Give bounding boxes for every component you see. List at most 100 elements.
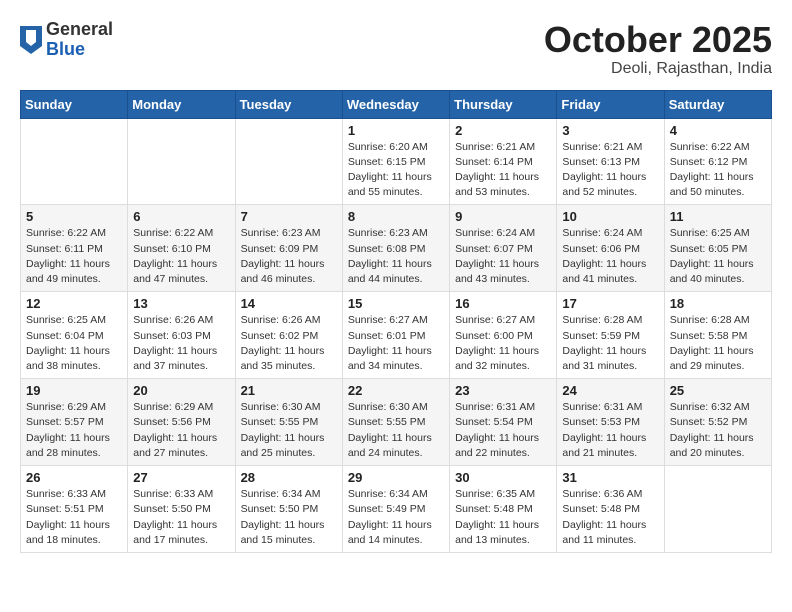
day-number: 6 bbox=[133, 209, 229, 224]
logo-general: General bbox=[46, 20, 113, 40]
day-info: Sunrise: 6:25 AM Sunset: 6:04 PM Dayligh… bbox=[26, 313, 122, 374]
day-number: 21 bbox=[241, 383, 337, 398]
calendar-week-row: 5Sunrise: 6:22 AM Sunset: 6:11 PM Daylig… bbox=[21, 205, 772, 292]
calendar-cell: 19 Sunrise: 6:29 AM Sunset: 5:57 PM Dayli… bbox=[21, 379, 128, 466]
day-number: 18 bbox=[670, 296, 766, 311]
calendar-cell bbox=[235, 118, 342, 205]
day-info: Sunrise: 6:26 AM Sunset: 6:03 PM Dayligh… bbox=[133, 313, 229, 374]
calendar-cell: 8 Sunrise: 6:23 AM Sunset: 6:08 PM Daylig… bbox=[342, 205, 449, 292]
day-info: Sunrise: 6:34 AM Sunset: 5:50 PM Dayligh… bbox=[241, 487, 337, 548]
logo-icon bbox=[20, 26, 42, 54]
calendar-cell: 16Sunrise: 6:27 AM Sunset: 6:00 PM Dayli… bbox=[450, 292, 557, 379]
calendar-cell: 3 Sunrise: 6:21 AM Sunset: 6:13 PM Daylig… bbox=[557, 118, 664, 205]
header: General Blue October 2025 Deoli, Rajasth… bbox=[20, 20, 772, 78]
day-info: Sunrise: 6:24 AM Sunset: 6:06 PM Dayligh… bbox=[562, 226, 658, 287]
day-number: 16 bbox=[455, 296, 551, 311]
day-info: Sunrise: 6:21 AM Sunset: 6:14 PM Dayligh… bbox=[455, 140, 551, 201]
calendar-cell: 4Sunrise: 6:22 AM Sunset: 6:12 PM Daylig… bbox=[664, 118, 771, 205]
day-info: Sunrise: 6:29 AM Sunset: 5:56 PM Dayligh… bbox=[133, 400, 229, 461]
month-title: October 2025 bbox=[544, 20, 772, 60]
day-info: Sunrise: 6:23 AM Sunset: 6:09 PM Dayligh… bbox=[241, 226, 337, 287]
calendar-cell: 17 Sunrise: 6:28 AM Sunset: 5:59 PM Dayli… bbox=[557, 292, 664, 379]
calendar-cell: 23 Sunrise: 6:31 AM Sunset: 5:54 PM Dayli… bbox=[450, 379, 557, 466]
day-number: 15 bbox=[348, 296, 444, 311]
day-info: Sunrise: 6:27 AM Sunset: 6:01 PM Dayligh… bbox=[348, 313, 444, 374]
weekday-header-row: SundayMondayTuesdayWednesdayThursdayFrid… bbox=[21, 90, 772, 118]
day-number: 8 bbox=[348, 209, 444, 224]
day-number: 10 bbox=[562, 209, 658, 224]
calendar-cell: 21 Sunrise: 6:30 AM Sunset: 5:55 PM Dayli… bbox=[235, 379, 342, 466]
calendar-cell: 27 Sunrise: 6:33 AM Sunset: 5:50 PM Dayli… bbox=[128, 466, 235, 553]
calendar-cell bbox=[21, 118, 128, 205]
calendar-week-row: 12Sunrise: 6:25 AM Sunset: 6:04 PM Dayli… bbox=[21, 292, 772, 379]
day-info: Sunrise: 6:31 AM Sunset: 5:54 PM Dayligh… bbox=[455, 400, 551, 461]
day-info: Sunrise: 6:24 AM Sunset: 6:07 PM Dayligh… bbox=[455, 226, 551, 287]
calendar-cell: 29Sunrise: 6:34 AM Sunset: 5:49 PM Dayli… bbox=[342, 466, 449, 553]
calendar-cell: 5Sunrise: 6:22 AM Sunset: 6:11 PM Daylig… bbox=[21, 205, 128, 292]
calendar-cell: 12Sunrise: 6:25 AM Sunset: 6:04 PM Dayli… bbox=[21, 292, 128, 379]
day-number: 24 bbox=[562, 383, 658, 398]
weekday-header: Saturday bbox=[664, 90, 771, 118]
logo: General Blue bbox=[20, 20, 113, 60]
calendar-cell: 6 Sunrise: 6:22 AM Sunset: 6:10 PM Daylig… bbox=[128, 205, 235, 292]
day-info: Sunrise: 6:30 AM Sunset: 5:55 PM Dayligh… bbox=[241, 400, 337, 461]
day-info: Sunrise: 6:26 AM Sunset: 6:02 PM Dayligh… bbox=[241, 313, 337, 374]
day-info: Sunrise: 6:23 AM Sunset: 6:08 PM Dayligh… bbox=[348, 226, 444, 287]
day-number: 25 bbox=[670, 383, 766, 398]
calendar-cell: 15 Sunrise: 6:27 AM Sunset: 6:01 PM Dayli… bbox=[342, 292, 449, 379]
day-number: 27 bbox=[133, 470, 229, 485]
calendar-cell: 18 Sunrise: 6:28 AM Sunset: 5:58 PM Dayli… bbox=[664, 292, 771, 379]
day-number: 3 bbox=[562, 123, 658, 138]
day-number: 23 bbox=[455, 383, 551, 398]
day-info: Sunrise: 6:33 AM Sunset: 5:51 PM Dayligh… bbox=[26, 487, 122, 548]
weekday-header: Wednesday bbox=[342, 90, 449, 118]
day-info: Sunrise: 6:22 AM Sunset: 6:10 PM Dayligh… bbox=[133, 226, 229, 287]
day-info: Sunrise: 6:28 AM Sunset: 5:59 PM Dayligh… bbox=[562, 313, 658, 374]
calendar-cell: 24Sunrise: 6:31 AM Sunset: 5:53 PM Dayli… bbox=[557, 379, 664, 466]
calendar-cell: 9 Sunrise: 6:24 AM Sunset: 6:07 PM Daylig… bbox=[450, 205, 557, 292]
calendar-cell: 2Sunrise: 6:21 AM Sunset: 6:14 PM Daylig… bbox=[450, 118, 557, 205]
day-info: Sunrise: 6:28 AM Sunset: 5:58 PM Dayligh… bbox=[670, 313, 766, 374]
day-info: Sunrise: 6:21 AM Sunset: 6:13 PM Dayligh… bbox=[562, 140, 658, 201]
calendar-cell bbox=[128, 118, 235, 205]
day-info: Sunrise: 6:20 AM Sunset: 6:15 PM Dayligh… bbox=[348, 140, 444, 201]
weekday-header: Thursday bbox=[450, 90, 557, 118]
day-info: Sunrise: 6:32 AM Sunset: 5:52 PM Dayligh… bbox=[670, 400, 766, 461]
calendar-table: SundayMondayTuesdayWednesdayThursdayFrid… bbox=[20, 90, 772, 553]
calendar-cell: 30Sunrise: 6:35 AM Sunset: 5:48 PM Dayli… bbox=[450, 466, 557, 553]
day-number: 9 bbox=[455, 209, 551, 224]
calendar-cell: 10 Sunrise: 6:24 AM Sunset: 6:06 PM Dayli… bbox=[557, 205, 664, 292]
calendar-cell: 1 Sunrise: 6:20 AM Sunset: 6:15 PM Daylig… bbox=[342, 118, 449, 205]
day-info: Sunrise: 6:29 AM Sunset: 5:57 PM Dayligh… bbox=[26, 400, 122, 461]
calendar-cell: 20 Sunrise: 6:29 AM Sunset: 5:56 PM Dayli… bbox=[128, 379, 235, 466]
day-number: 11 bbox=[670, 209, 766, 224]
calendar-week-row: 19 Sunrise: 6:29 AM Sunset: 5:57 PM Dayli… bbox=[21, 379, 772, 466]
day-number: 20 bbox=[133, 383, 229, 398]
day-info: Sunrise: 6:35 AM Sunset: 5:48 PM Dayligh… bbox=[455, 487, 551, 548]
day-number: 7 bbox=[241, 209, 337, 224]
day-number: 26 bbox=[26, 470, 122, 485]
calendar-week-row: 1 Sunrise: 6:20 AM Sunset: 6:15 PM Daylig… bbox=[21, 118, 772, 205]
day-info: Sunrise: 6:25 AM Sunset: 6:05 PM Dayligh… bbox=[670, 226, 766, 287]
day-info: Sunrise: 6:22 AM Sunset: 6:11 PM Dayligh… bbox=[26, 226, 122, 287]
day-info: Sunrise: 6:36 AM Sunset: 5:48 PM Dayligh… bbox=[562, 487, 658, 548]
calendar-cell: 7 Sunrise: 6:23 AM Sunset: 6:09 PM Daylig… bbox=[235, 205, 342, 292]
calendar-cell: 13Sunrise: 6:26 AM Sunset: 6:03 PM Dayli… bbox=[128, 292, 235, 379]
day-info: Sunrise: 6:34 AM Sunset: 5:49 PM Dayligh… bbox=[348, 487, 444, 548]
day-number: 1 bbox=[348, 123, 444, 138]
weekday-header: Sunday bbox=[21, 90, 128, 118]
location: Deoli, Rajasthan, India bbox=[544, 60, 772, 78]
day-number: 17 bbox=[562, 296, 658, 311]
logo-blue: Blue bbox=[46, 40, 113, 60]
calendar-cell: 22Sunrise: 6:30 AM Sunset: 5:55 PM Dayli… bbox=[342, 379, 449, 466]
calendar-cell: 26 Sunrise: 6:33 AM Sunset: 5:51 PM Dayli… bbox=[21, 466, 128, 553]
day-info: Sunrise: 6:22 AM Sunset: 6:12 PM Dayligh… bbox=[670, 140, 766, 201]
calendar-cell: 11 Sunrise: 6:25 AM Sunset: 6:05 PM Dayli… bbox=[664, 205, 771, 292]
page: General Blue October 2025 Deoli, Rajasth… bbox=[0, 0, 792, 563]
weekday-header: Monday bbox=[128, 90, 235, 118]
day-number: 19 bbox=[26, 383, 122, 398]
calendar-cell: 14Sunrise: 6:26 AM Sunset: 6:02 PM Dayli… bbox=[235, 292, 342, 379]
calendar-cell: 31Sunrise: 6:36 AM Sunset: 5:48 PM Dayli… bbox=[557, 466, 664, 553]
day-info: Sunrise: 6:33 AM Sunset: 5:50 PM Dayligh… bbox=[133, 487, 229, 548]
calendar-cell: 25 Sunrise: 6:32 AM Sunset: 5:52 PM Dayli… bbox=[664, 379, 771, 466]
